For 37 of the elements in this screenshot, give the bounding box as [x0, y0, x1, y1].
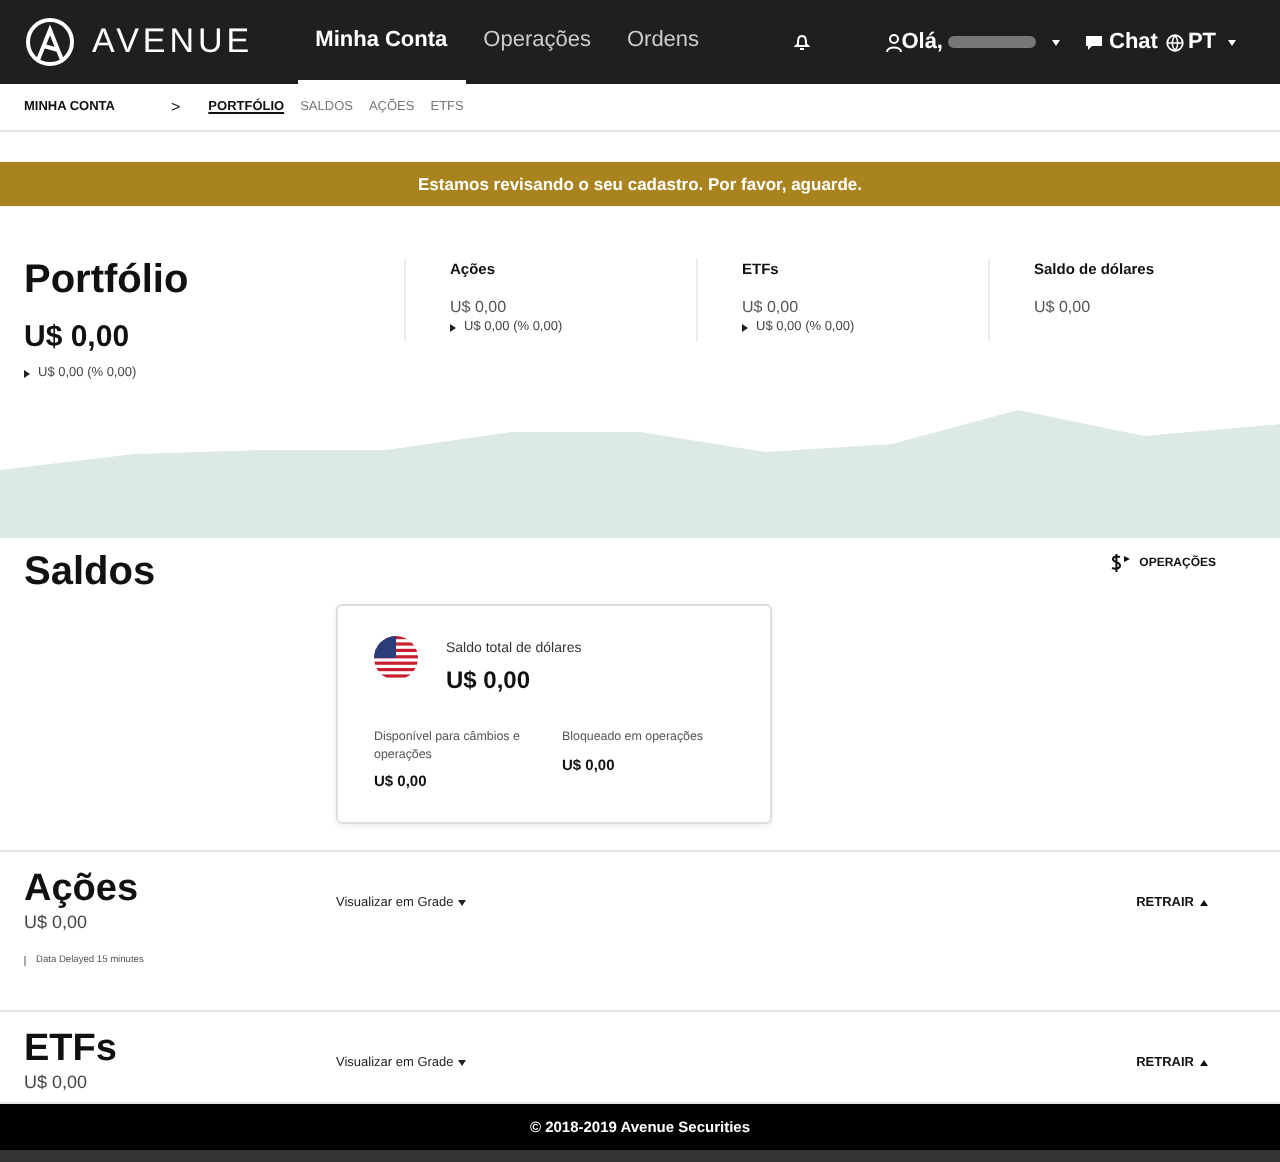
nav-tab[interactable]: Operações	[465, 0, 609, 84]
portfolio-title: Portfólio	[24, 258, 191, 304]
section-title: ETFs	[24, 1028, 119, 1072]
nav-tab[interactable]: Minha Conta	[297, 0, 466, 84]
section-title: Ações	[24, 868, 141, 912]
stat-value: U$ 0,00	[742, 298, 801, 316]
greeting[interactable]: Olá,	[901, 30, 943, 54]
blurred-name	[947, 34, 1035, 50]
logo-icon	[24, 16, 76, 68]
caret-icon	[1200, 899, 1208, 905]
stat-value: U$ 0,00	[1034, 298, 1093, 316]
stat-value: U$ 0,00	[450, 298, 509, 316]
brand-name: AVENUE	[92, 22, 254, 62]
chat-icon[interactable]	[1083, 33, 1103, 51]
triangle-icon	[742, 323, 748, 331]
language-selector[interactable]: PT	[1187, 30, 1217, 54]
section-title: Saldos	[24, 550, 156, 596]
bell-icon[interactable]	[793, 33, 810, 51]
dollar-arrow-icon	[1109, 554, 1130, 572]
caret-icon	[457, 1059, 466, 1065]
user-icon[interactable]	[885, 33, 902, 51]
triangle-icon	[450, 323, 456, 331]
breadcrumb-separator: >	[171, 98, 181, 116]
chat-link[interactable]: Chat	[1109, 30, 1158, 54]
triangle-icon	[24, 369, 30, 377]
caret-icon	[1051, 39, 1059, 45]
card-value: U$ 0,00	[446, 666, 533, 694]
section-value: U$ 0,00	[24, 912, 90, 932]
nav-tab[interactable]: Ordens	[608, 0, 718, 84]
caret-icon	[1200, 1059, 1208, 1065]
portfolio-value: U$ 0,00	[24, 320, 132, 354]
caret-icon	[1228, 39, 1237, 45]
section-value: U$ 0,00	[24, 1072, 90, 1092]
caret-icon	[457, 899, 466, 905]
flag-icon	[374, 636, 418, 680]
review-banner: Estamos revisando o seu cadastro. Por favor, aguarde.	[0, 162, 1280, 206]
globe-icon[interactable]	[1165, 33, 1184, 51]
